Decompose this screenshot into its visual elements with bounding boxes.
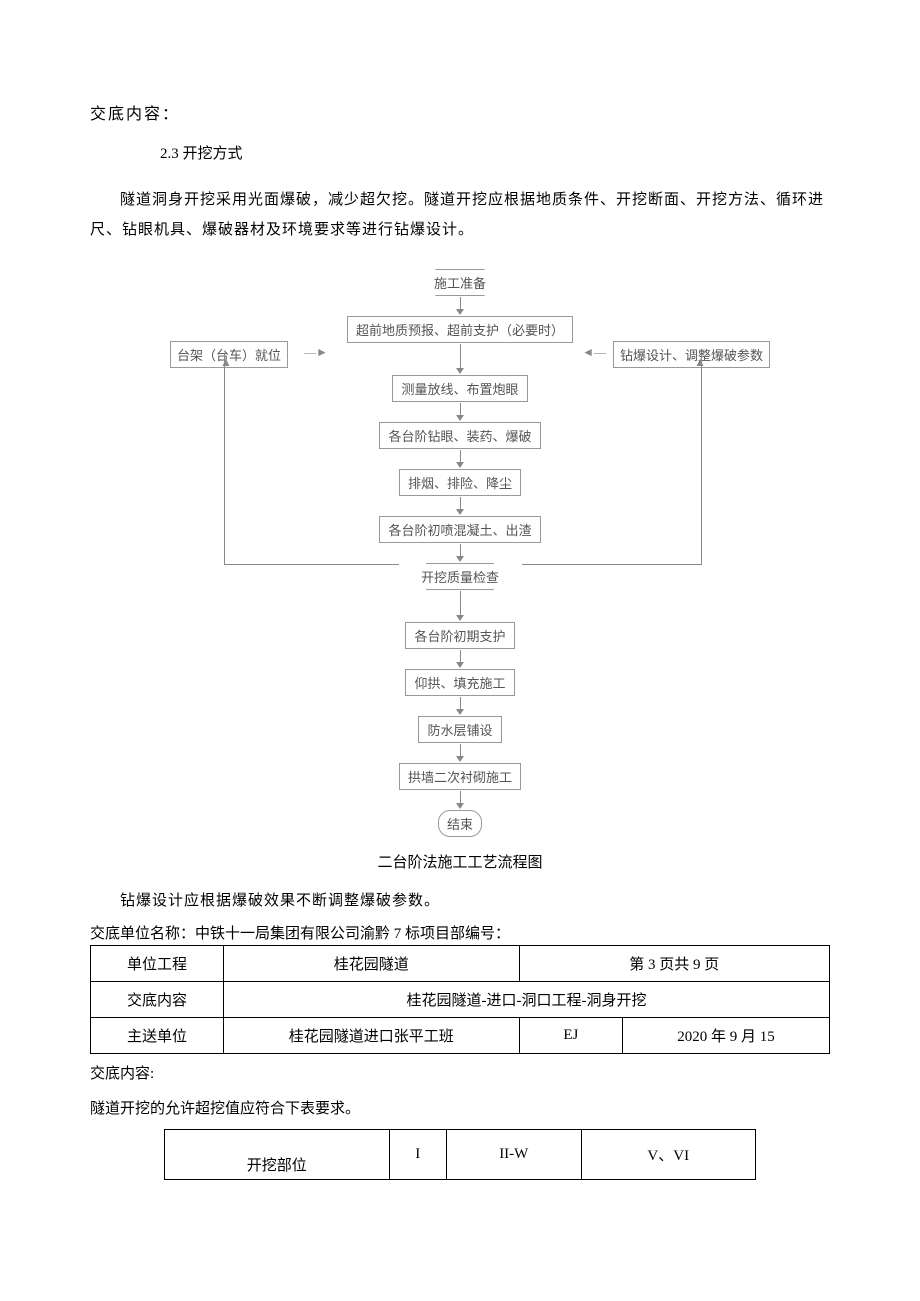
arrow-left-icon: ◄— [582,345,606,360]
cell: II-W [447,1130,582,1180]
table-row: 单位工程 桂花园隧道 第 3 页共 9 页 [91,946,830,982]
arrow-down-icon [230,697,690,715]
arrow-up-icon: ▲ [694,355,706,370]
cell: 主送单位 [91,1018,224,1054]
arrow-down-icon [230,544,690,562]
paragraph-2: 钻爆设计应根据爆破效果不断调整爆破参数。 [90,886,830,916]
arrow-down-icon [230,297,690,315]
cell: 2020 年 9 月 15 [623,1018,830,1054]
table-row: 开挖部位 I II-W V、VI [165,1130,756,1180]
arrow-up-icon: ▲ [220,355,232,370]
arrow-down-icon [230,497,690,515]
paragraph-main: 隧道洞身开挖采用光面爆破，减少超欠挖。隧道开挖应根据地质条件、开挖断面、开挖方法… [90,185,830,245]
flow-node-5: 排烟、排险、降尘 [399,469,521,496]
subsection-title: 2.3 开挖方式 [160,142,830,163]
cell: V、VI [581,1130,755,1180]
cell: 单位工程 [91,946,224,982]
arrow-down-icon [230,744,690,762]
cell: 第 3 页共 9 页 [519,946,829,982]
arrow-down-icon [230,450,690,468]
arrow-right-icon: —► [304,345,328,360]
flow-loopline-left-v [224,354,225,564]
arrow-down-icon [230,591,690,621]
table-row: 主送单位 桂花园隧道进口张平工班 EJ 2020 年 9 月 15 [91,1018,830,1054]
flow-node-4: 各台阶钻眼、装药、爆破 [379,422,540,449]
flow-node-decision: 开挖质量检查 [412,563,508,590]
cell: 交底内容 [91,982,224,1018]
flow-node-end: 结束 [438,810,482,837]
table-row: 交底内容 桂花园隧道-进口-洞口工程-洞身开挖 [91,982,830,1018]
cell: EJ [519,1018,622,1054]
diagram-caption: 二台阶法施工工艺流程图 [90,851,830,872]
cell: 桂花园隧道 [224,946,520,982]
flow-node-2: 超前地质预报、超前支护（必要时） [347,316,573,343]
arrow-down-icon [230,650,690,668]
flow-node-6: 各台阶初喷混凝土、出渣 [379,516,540,543]
flowchart: 台架（台车）就位 —► 钻爆设计、调整爆破参数 ◄— ▲ ▲ 施工准备 超前地质… [230,269,690,837]
flow-node-8: 各台阶初期支护 [405,622,514,649]
flow-node-10: 防水层铺设 [418,716,501,743]
cell: I [389,1130,446,1180]
cell: 桂花园隧道-进口-洞口工程-洞身开挖 [224,982,830,1018]
flow-loopline-right-v [701,354,702,564]
flow-node-right: 钻爆设计、调整爆破参数 [613,341,770,368]
info-table: 单位工程 桂花园隧道 第 3 页共 9 页 交底内容 桂花园隧道-进口-洞口工程… [90,945,830,1054]
flow-node-9: 仰拱、填充施工 [405,669,514,696]
after-title: 交底内容: [90,1060,830,1089]
flow-node-11: 拱墙二次衬砌施工 [399,763,521,790]
section-title: 交底内容： [90,100,830,124]
after-text: 隧道开挖的允许超挖值应符合下表要求。 [90,1095,830,1124]
allow-table: 开挖部位 I II-W V、VI [164,1129,756,1180]
flow-node-3: 测量放线、布置炮眼 [392,375,527,402]
arrow-down-icon [230,791,690,809]
cell: 开挖部位 [165,1130,390,1180]
unit-line: 交底单位名称：中铁十一局集团有限公司渝黔 7 标项目部编号： [90,922,830,943]
arrow-down-icon [230,403,690,421]
cell: 桂花园隧道进口张平工班 [224,1018,520,1054]
flow-node-start: 施工准备 [425,269,495,296]
